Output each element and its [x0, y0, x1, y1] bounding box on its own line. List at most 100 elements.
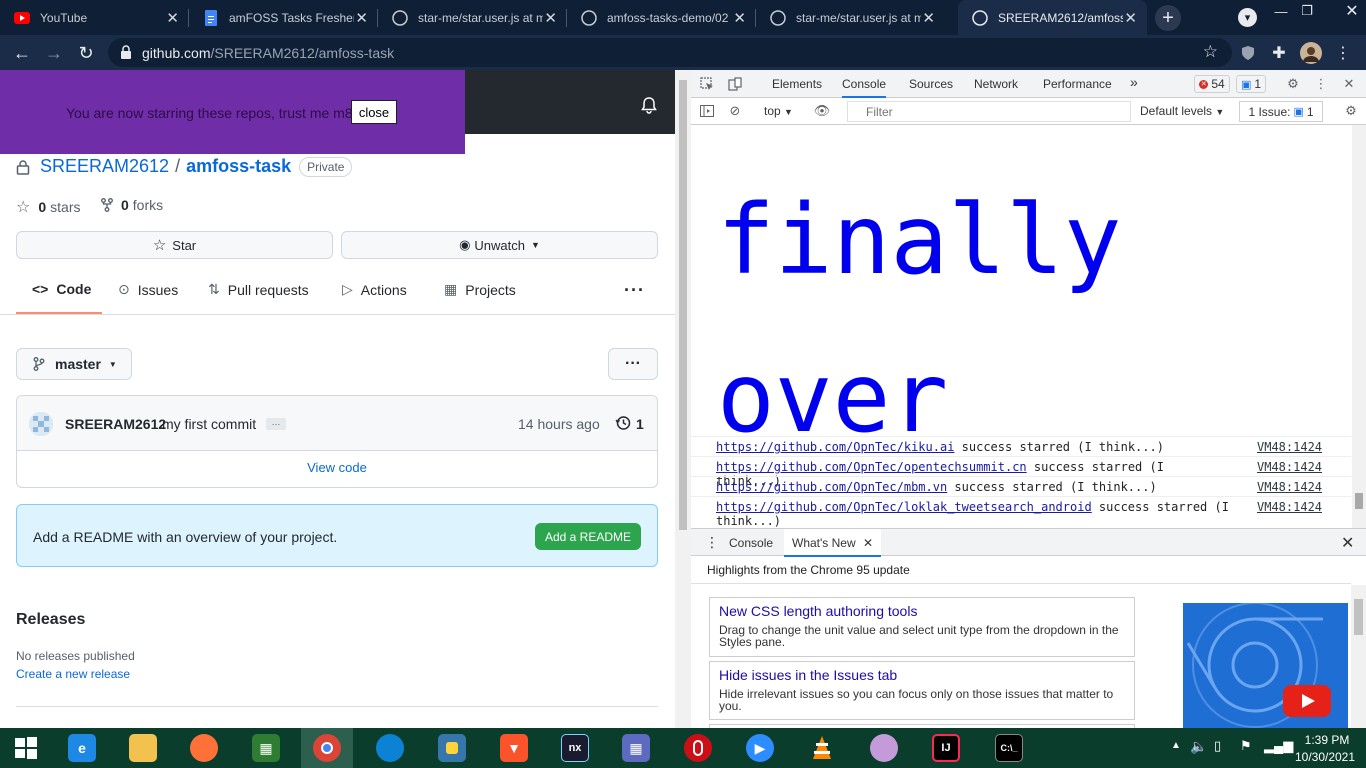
- close-window-button[interactable]: ✕: [1337, 0, 1366, 22]
- commit-message[interactable]: my first commit: [162, 416, 256, 432]
- repo-owner-link[interactable]: SREERAM2612: [40, 156, 169, 177]
- drawer-tab-console[interactable]: Console: [729, 536, 773, 550]
- message-count-badge[interactable]: ▣ 1: [1236, 75, 1266, 93]
- close-tab-icon[interactable]: ✕: [355, 9, 368, 27]
- close-tab-icon[interactable]: ✕: [863, 536, 873, 550]
- youtube-play-icon[interactable]: [1283, 685, 1331, 717]
- close-tab-icon[interactable]: ✕: [1124, 9, 1137, 27]
- page-scrollbar[interactable]: [675, 70, 691, 728]
- clock-time[interactable]: 1:39 PM: [1299, 733, 1355, 747]
- taskbar-zoom[interactable]: ▶: [734, 728, 786, 768]
- taskbar-store[interactable]: ▦: [240, 728, 292, 768]
- taskbar-calculator[interactable]: ▦: [610, 728, 662, 768]
- commit-time[interactable]: 14 hours ago: [518, 416, 600, 432]
- commit-expand-button[interactable]: …: [266, 418, 286, 430]
- taskbar-terminal[interactable]: C:\_: [983, 728, 1035, 768]
- browser-tab-active[interactable]: SREERAM2612/amfoss- ✕: [958, 0, 1147, 35]
- tab-network[interactable]: Network: [974, 77, 1018, 91]
- console-scrollbar-thumb[interactable]: [1355, 493, 1363, 509]
- taskbar-edge[interactable]: [364, 728, 416, 768]
- flag-icon[interactable]: ⚑: [1240, 738, 1252, 754]
- log-source-link[interactable]: VM48:1424: [1257, 480, 1322, 494]
- lock-icon[interactable]: [120, 45, 132, 59]
- taskbar-nox[interactable]: nx: [549, 728, 601, 768]
- stars-stat[interactable]: ☆ 0 stars: [16, 197, 80, 217]
- context-selector[interactable]: top ▼: [764, 104, 793, 118]
- page-scrollbar-thumb[interactable]: [679, 80, 687, 530]
- console-filter-input[interactable]: [847, 101, 1131, 122]
- show-hidden-icons-icon[interactable]: ▲: [1171, 740, 1181, 751]
- log-url-link[interactable]: https://github.com/OpnTec/mbm.vn: [716, 480, 947, 494]
- taskbar-firefox[interactable]: [178, 728, 230, 768]
- taskbar-intellij[interactable]: IJ: [920, 728, 972, 768]
- profile-avatar[interactable]: [1300, 42, 1322, 64]
- tab-console[interactable]: Console: [842, 77, 887, 98]
- devtools-menu-icon[interactable]: ⋮: [1313, 76, 1329, 92]
- log-url-link[interactable]: https://github.com/OpnTec/kiku.ai: [716, 440, 954, 454]
- tab-search-button[interactable]: ▾: [1238, 8, 1257, 27]
- tab-elements[interactable]: Elements: [772, 77, 822, 91]
- restore-button[interactable]: ❐: [1292, 0, 1322, 22]
- new-tab-button[interactable]: +: [1155, 5, 1181, 31]
- tab-actions[interactable]: ▷ Actions: [342, 281, 407, 298]
- address-bar[interactable]: github.com/SREERAM2612/amfoss-task ☆: [108, 38, 1232, 67]
- card-title[interactable]: Hide issues in the Issues tab: [719, 667, 897, 683]
- taskbar-brave[interactable]: ▼: [488, 728, 540, 768]
- watch-button[interactable]: ◉ Unwatch ▼: [341, 231, 658, 259]
- browser-tab-github-2[interactable]: amfoss-tasks-demo/02 ✕: [567, 0, 756, 35]
- close-drawer-icon[interactable]: ✕: [1341, 533, 1354, 553]
- console-settings-gear-icon[interactable]: ⚙: [1343, 103, 1359, 119]
- create-release-link[interactable]: Create a new release: [16, 667, 130, 681]
- whats-new-video-thumbnail[interactable]: [1183, 603, 1348, 728]
- tab-issues[interactable]: ⊙ Issues: [118, 281, 178, 298]
- device-toolbar-icon[interactable]: [727, 76, 743, 92]
- console-scrollbar[interactable]: [1352, 125, 1366, 528]
- commit-count[interactable]: 1: [636, 416, 644, 432]
- branch-selector[interactable]: master ▼: [16, 348, 132, 380]
- forks-stat[interactable]: 0 forks: [101, 197, 163, 213]
- close-tab-icon[interactable]: ✕: [733, 9, 746, 27]
- code-more-button[interactable]: ···: [608, 348, 658, 380]
- taskbar-opera[interactable]: [672, 728, 724, 768]
- close-tab-icon[interactable]: ✕: [544, 9, 557, 27]
- whats-new-card[interactable]: New CSS length authoring tools Drag to c…: [709, 597, 1135, 657]
- taskbar-file-explorer[interactable]: [117, 728, 169, 768]
- star-button[interactable]: ☆ Star: [16, 231, 333, 259]
- volume-icon[interactable]: 🔈: [1190, 738, 1207, 755]
- start-button[interactable]: [0, 728, 52, 768]
- settings-gear-icon[interactable]: ⚙: [1285, 76, 1301, 92]
- taskbar-vlc[interactable]: [796, 728, 848, 768]
- issues-button[interactable]: 1 Issue: ▣ 1: [1239, 101, 1323, 122]
- taskbar-python[interactable]: [426, 728, 478, 768]
- close-tab-icon[interactable]: ✕: [922, 9, 935, 27]
- network-icon[interactable]: ▂▄▆: [1264, 738, 1293, 754]
- tab-code[interactable]: <> Code: [32, 281, 91, 297]
- log-source-link[interactable]: VM48:1424: [1257, 460, 1322, 474]
- tab-performance[interactable]: Performance: [1043, 77, 1112, 91]
- avatar[interactable]: [29, 412, 53, 436]
- back-button[interactable]: ←: [10, 41, 34, 65]
- browser-tab-github-1[interactable]: star-me/star.user.js at m ✕: [378, 0, 567, 35]
- log-source-link[interactable]: VM48:1424: [1257, 440, 1322, 454]
- reload-button[interactable]: ↻: [74, 41, 98, 65]
- commit-author[interactable]: SREERAM2612: [65, 416, 166, 432]
- drawer-scrollbar[interactable]: [1351, 585, 1366, 728]
- brave-shield-icon[interactable]: [1237, 42, 1259, 64]
- more-tabs-icon[interactable]: ···: [624, 280, 645, 301]
- releases-heading[interactable]: Releases: [16, 611, 85, 629]
- notification-bell-icon[interactable]: [640, 96, 658, 114]
- browser-tab-github-3[interactable]: star-me/star.user.js at m ✕: [756, 0, 945, 35]
- browser-tab-youtube[interactable]: YouTube ✕: [0, 0, 189, 35]
- history-icon[interactable]: [615, 415, 631, 431]
- taskbar-chrome[interactable]: [301, 728, 353, 768]
- repo-name-link[interactable]: amfoss-task: [186, 156, 291, 177]
- live-expression-eye-icon[interactable]: 👁: [814, 103, 831, 119]
- tab-projects[interactable]: ▦ Projects: [444, 281, 516, 298]
- browser-menu-icon[interactable]: ⋮: [1332, 42, 1354, 64]
- extensions-icon[interactable]: ✚: [1268, 42, 1290, 64]
- inspect-element-icon[interactable]: [699, 76, 715, 92]
- tab-pull-requests[interactable]: ⇅ Pull requests: [208, 281, 309, 298]
- bookmark-star-icon[interactable]: ☆: [1203, 42, 1218, 62]
- drawer-menu-icon[interactable]: ⋮: [705, 534, 719, 551]
- card-title[interactable]: New CSS length authoring tools: [719, 603, 917, 619]
